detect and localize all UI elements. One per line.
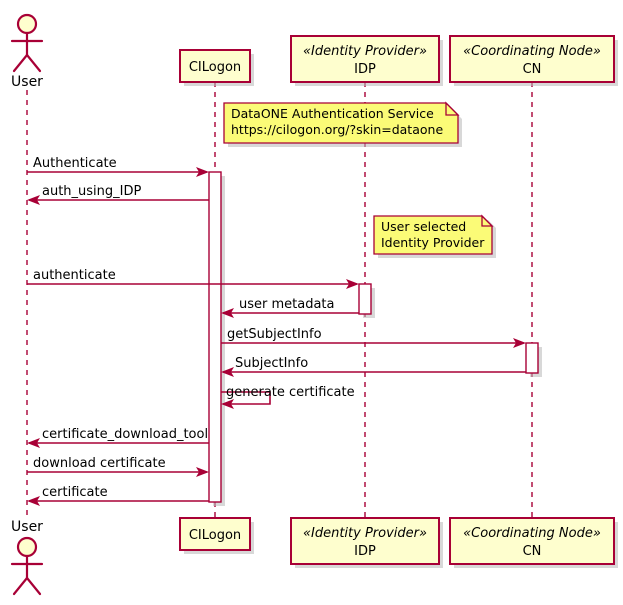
message-subjectinfo[interactable]: SubjectInfo <box>221 356 526 377</box>
message-certificate-download-tool[interactable]: certificate_download_tool <box>27 427 209 448</box>
note-cilogon-service: DataONE Authentication Service https://c… <box>223 101 462 147</box>
message-getsubjectinfo[interactable]: getSubjectInfo <box>221 327 526 348</box>
message-label-auth-using-idp: auth_using_IDP <box>42 184 142 199</box>
actor-leg-right-icon <box>25 53 42 73</box>
participant-cilogon-top[interactable]: CILogon <box>179 49 254 86</box>
note-line-1: DataONE Authentication Service <box>231 106 434 121</box>
actor-leg-right-icon <box>25 576 42 596</box>
participant-label-cilogon-bottom: CILogon <box>189 528 241 543</box>
participant-label-cilogon-top: CILogon <box>189 60 241 75</box>
participant-stereotype-idp-top: «Identity Provider» <box>303 44 427 59</box>
message-authenticate[interactable]: Authenticate <box>27 156 209 177</box>
participant-stereotype-cn-top: «Coordinating Node» <box>463 44 601 59</box>
participant-label-cn-top: CN <box>523 62 542 77</box>
actor-head-icon <box>16 536 38 558</box>
participant-cn-top[interactable]: «Coordinating Node» CN <box>449 35 618 86</box>
activation-idp <box>358 283 372 315</box>
message-label-generate-certificate: generate certificate <box>226 385 355 400</box>
participant-user-top[interactable]: User <box>10 13 43 90</box>
message-label-user-metadata: user metadata <box>239 297 335 312</box>
actor-head-icon <box>16 13 38 35</box>
message-label-authenticate: Authenticate <box>33 156 117 171</box>
note-line-2: https://cilogon.org/?skin=dataone <box>231 122 443 137</box>
message-auth-using-idp[interactable]: auth_using_IDP <box>27 184 209 205</box>
message-label-certificate: certificate <box>42 485 108 500</box>
note-fold-corner-icon <box>445 101 460 116</box>
participant-label-idp-bottom: IDP <box>354 544 376 559</box>
sequence-diagram-canvas: User CILogon «Identity Provider» IDP «Co… <box>10 13 618 596</box>
participant-cilogon-bottom[interactable]: CILogon <box>179 517 254 554</box>
message-generate-certificate[interactable]: generate certificate <box>221 385 355 409</box>
note-idp-selected: User selected Identity Provider <box>373 214 496 258</box>
activation-cilogon <box>208 171 222 503</box>
message-download-certificate[interactable]: download certificate <box>27 456 209 477</box>
participant-label-user-top: User <box>11 74 43 90</box>
participant-cn-bottom[interactable]: «Coordinating Node» CN <box>449 517 618 568</box>
participant-idp-bottom[interactable]: «Identity Provider» IDP <box>290 517 443 568</box>
participant-stereotype-cn-bottom: «Coordinating Node» <box>463 526 601 541</box>
message-label-getsubjectinfo: getSubjectInfo <box>227 327 322 342</box>
actor-leg-left-icon <box>12 53 29 73</box>
message-label-download-certificate: download certificate <box>33 456 166 471</box>
message-label-subjectinfo: SubjectInfo <box>235 356 308 371</box>
message-authenticate-idp[interactable]: authenticate <box>27 268 359 289</box>
note-line-1: User selected <box>381 219 466 234</box>
participant-label-cn-bottom: CN <box>523 544 542 559</box>
message-label-certificate-download-tool: certificate_download_tool <box>42 427 208 442</box>
note-line-2: Identity Provider <box>381 235 485 250</box>
participant-idp-top[interactable]: «Identity Provider» IDP <box>290 35 443 86</box>
message-certificate[interactable]: certificate <box>27 485 209 506</box>
actor-leg-left-icon <box>12 576 29 596</box>
activation-cn <box>525 342 539 374</box>
participant-label-idp-top: IDP <box>354 62 376 77</box>
participant-stereotype-idp-bottom: «Identity Provider» <box>303 526 427 541</box>
participant-user-bottom[interactable]: User <box>10 519 43 596</box>
note-fold-corner-icon <box>481 214 494 227</box>
participant-label-user-bottom: User <box>11 519 43 535</box>
sequence-diagram: User CILogon «Identity Provider» IDP «Co… <box>0 0 623 605</box>
message-user-metadata[interactable]: user metadata <box>221 297 359 318</box>
message-label-authenticate-idp: authenticate <box>33 268 116 283</box>
